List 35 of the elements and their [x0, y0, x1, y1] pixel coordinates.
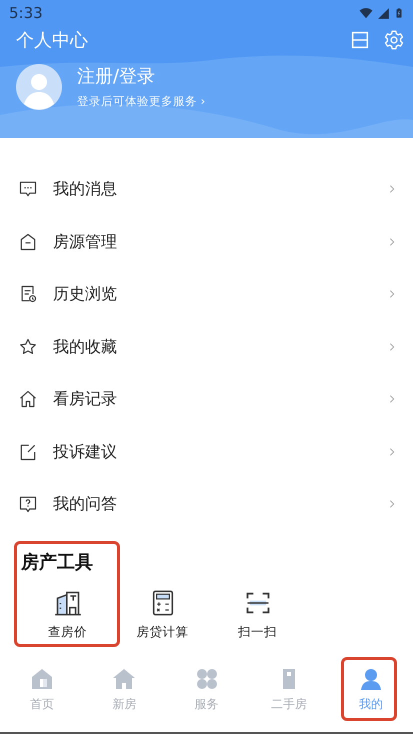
chevron-right-icon	[387, 393, 397, 406]
wifi-icon	[359, 6, 373, 20]
menu-item[interactable]: 我的收藏	[0, 320, 413, 373]
grid-icon	[194, 666, 218, 691]
chevron-right-icon	[387, 288, 397, 300]
home-icon	[112, 666, 136, 691]
settings-button[interactable]	[383, 29, 405, 51]
house-icon	[30, 666, 54, 691]
home-icon	[18, 389, 38, 410]
login-hint: 登录后可体验更多服务 ›	[77, 94, 206, 108]
question-icon	[18, 494, 38, 514]
star-icon	[18, 336, 38, 357]
menu-item[interactable]: 我的消息	[0, 163, 413, 216]
status-time: 5:33	[9, 2, 43, 24]
house-icon	[18, 232, 38, 252]
tool-button[interactable]: 房贷计算	[120, 588, 205, 642]
chevron-right-icon	[387, 340, 397, 353]
menu-item[interactable]: 房源管理	[0, 216, 413, 268]
chevron-right-icon	[387, 183, 397, 196]
settings-icon	[383, 29, 405, 51]
chevron-right-icon	[387, 446, 397, 458]
tool-button[interactable]: 查房价	[25, 588, 110, 642]
building-icon	[54, 588, 82, 616]
person-icon	[359, 666, 383, 691]
menu-item[interactable]: 历史浏览	[0, 268, 413, 320]
menu-item[interactable]: 看房记录	[0, 373, 413, 426]
page-title: 个人中心	[16, 28, 88, 52]
menu-item[interactable]: 我的问答	[0, 478, 413, 530]
tool-button[interactable]: 扫一扫	[215, 588, 300, 642]
signal-icon	[377, 6, 390, 20]
section-title: 房产工具	[21, 550, 93, 574]
avatar-icon[interactable]	[16, 64, 62, 110]
chevron-right-icon	[387, 498, 397, 510]
menu-item[interactable]: 投诉建议	[0, 426, 413, 478]
chevron-right-icon	[387, 236, 397, 248]
